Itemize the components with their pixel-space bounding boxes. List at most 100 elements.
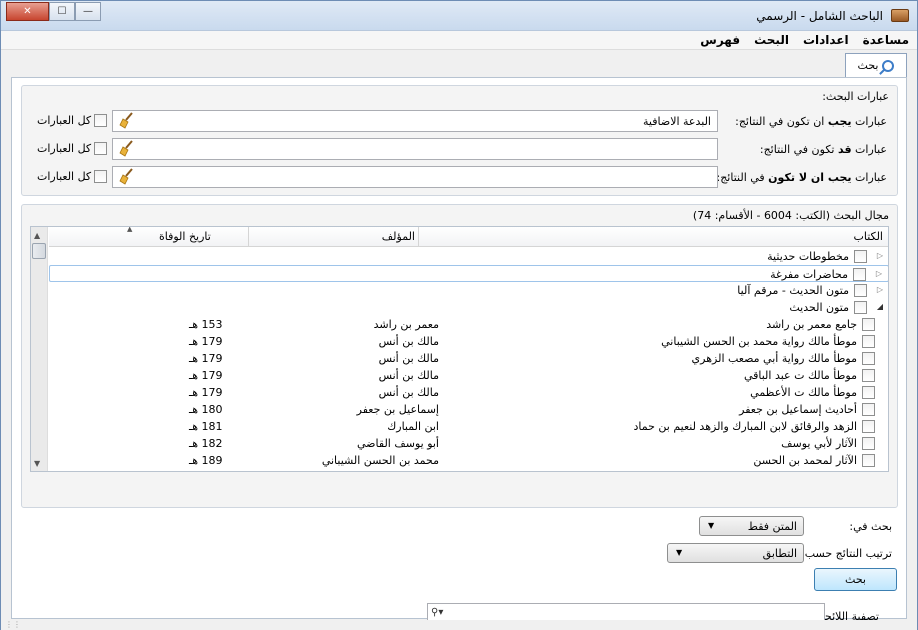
all-terms-checkbox[interactable] <box>94 114 107 127</box>
filter-search-icon[interactable]: ⚲▾ <box>431 607 443 618</box>
window-title: الباحث الشامل - الرسمي <box>756 9 883 23</box>
book-checkbox[interactable] <box>862 386 875 399</box>
book-author: محمد بن الحسن الشيباني <box>321 454 439 467</box>
scroll-thumb[interactable] <box>32 243 46 259</box>
category-checkbox[interactable] <box>854 250 867 263</box>
book-row[interactable]: موطأ مالك ت عبد الباقي مالك بن أنس 179 هـ <box>49 367 888 384</box>
book-checkbox[interactable] <box>862 437 875 450</box>
book-checkbox[interactable] <box>862 369 875 382</box>
book-author: مالك بن أنس <box>378 386 439 399</box>
search-terms-input[interactable]: البدعة الاضافية <box>112 110 718 132</box>
category-checkbox[interactable] <box>853 268 866 281</box>
book-death-date: 189 هـ <box>189 454 223 467</box>
search-terms-input[interactable] <box>112 138 718 160</box>
book-row[interactable]: الآثار لمحمد بن الحسن محمد بن الحسن الشيب… <box>49 452 888 469</box>
book-author: ابن المبارك <box>387 420 439 433</box>
book-row[interactable]: أحاديث إسماعيل بن جعفر إسماعيل بن جعفر 180… <box>49 401 888 418</box>
book-death-date: 153 هـ <box>189 318 223 331</box>
expanded-arrow-icon[interactable]: ◢ <box>877 302 883 311</box>
all-terms-label: كل العبارات <box>37 114 92 127</box>
book-tree-list[interactable]: ▲ ▼ الكتاب المؤلف تاريخ الوفاة ▲ ▷ مخطوطا… <box>30 226 889 472</box>
all-terms-label: كل العبارات <box>37 170 92 183</box>
book-checkbox[interactable] <box>862 318 875 331</box>
book-checkbox[interactable] <box>862 403 875 416</box>
category-checkbox[interactable] <box>854 301 867 314</box>
book-checkbox[interactable] <box>862 454 875 467</box>
close-button[interactable]: ✕ <box>6 2 49 21</box>
search-scope-group: مجال البحث (الكتب: 6004 - الأقسام: 74) ▲… <box>21 204 898 625</box>
expand-arrow-icon[interactable]: ▷ <box>877 251 883 260</box>
app-icon <box>891 9 909 22</box>
book-death-date: 180 هـ <box>189 403 223 416</box>
magnifier-icon <box>882 59 895 72</box>
menu-index[interactable]: فهرس <box>700 33 740 47</box>
expand-arrow-icon[interactable]: ▷ <box>877 285 883 294</box>
book-row[interactable]: الآثار لأبي يوسف أبو يوسف القاضي 182 هـ <box>49 435 888 452</box>
status-bar: ⋮⋮ <box>1 620 917 630</box>
book-row[interactable]: موطأ مالك رواية أبي مصعب الزهري مالك بن أ… <box>49 350 888 367</box>
category-row[interactable]: ▷ محاضرات مفرغة <box>49 265 888 282</box>
clear-broom-icon[interactable] <box>119 140 134 157</box>
book-row[interactable]: جامع معمر بن راشد معمر بن راشد 153 هـ <box>49 316 888 333</box>
search-terms-input[interactable] <box>112 166 718 188</box>
search-terms-value: البدعة الاضافية <box>643 115 711 128</box>
search-terms-row: عبارات قد تكون في النتائج: كل العبارات <box>22 138 897 160</box>
search-button[interactable]: بحث <box>814 568 897 591</box>
book-row[interactable]: الزهد والرقائق لابن المبارك والزهد لنعيم… <box>49 418 888 435</box>
clear-broom-icon[interactable] <box>119 168 134 185</box>
maximize-button[interactable]: ☐ <box>49 2 75 21</box>
menu-settings[interactable]: اعدادات <box>803 33 849 47</box>
book-name: الآثار لمحمد بن الحسن <box>753 454 857 467</box>
sort-select[interactable]: التطابق ▼ <box>667 543 804 563</box>
minimize-button[interactable]: — <box>75 2 101 21</box>
tab-search[interactable]: بحث <box>845 53 907 77</box>
book-checkbox[interactable] <box>862 352 875 365</box>
category-row[interactable]: ◢ متون الحديث <box>49 299 888 316</box>
tab-strip: بحث <box>1 51 917 77</box>
search-in-select[interactable]: المتن فقط ▼ <box>699 516 804 536</box>
menu-bar: فهرس البحث اعدادات مساعدة <box>1 31 917 50</box>
menu-help[interactable]: مساعدة <box>863 33 909 47</box>
search-terms-row: عبارات يجب ان لا تكون في النتائج: كل العب… <box>22 166 897 188</box>
scroll-down-arrow-icon[interactable]: ▼ <box>34 459 40 468</box>
book-author: معمر بن راشد <box>373 318 439 331</box>
sort-value: التطابق <box>762 547 797 560</box>
expand-arrow-icon[interactable]: ▷ <box>876 269 882 278</box>
resize-grip-icon[interactable]: ⋮⋮ <box>5 620 21 629</box>
book-name: أحاديث إسماعيل بن جعفر <box>739 403 857 416</box>
book-death-date: 179 هـ <box>189 335 223 348</box>
book-death-date: 179 هـ <box>189 352 223 365</box>
all-terms-checkbox[interactable] <box>94 170 107 183</box>
book-row[interactable]: موطأ مالك ت الأعظمي مالك بن أنس 179 هـ <box>49 384 888 401</box>
scroll-up-arrow-icon[interactable]: ▲ <box>34 231 40 240</box>
category-row[interactable]: ▷ متون الحديث - مرقم آليا <box>49 282 888 299</box>
vertical-scrollbar[interactable]: ▲ ▼ <box>31 227 48 471</box>
search-in-label: بحث في: <box>849 520 892 533</box>
clear-broom-icon[interactable] <box>119 112 134 129</box>
category-row[interactable]: ▷ مخطوطات حديثية <box>49 248 888 265</box>
all-terms-checkbox[interactable] <box>94 142 107 155</box>
book-name: الزهد والرقائق لابن المبارك والزهد لنعيم… <box>633 420 857 433</box>
column-book[interactable]: الكتاب <box>853 230 883 243</box>
category-checkbox[interactable] <box>854 284 867 297</box>
book-author: إسماعيل بن جعفر <box>356 403 439 416</box>
category-name: متون الحديث <box>789 301 849 314</box>
category-name: متون الحديث - مرقم آليا <box>737 284 849 297</box>
search-terms-row-label: عبارات يجب ان لا تكون في النتائج: <box>716 171 887 184</box>
search-panel: عبارات البحث: عبارات يجب ان تكون في النت… <box>11 77 907 625</box>
book-row[interactable]: موطأ مالك رواية محمد بن الحسن الشيباني ما… <box>49 333 888 350</box>
category-name: محاضرات مفرغة <box>770 268 848 281</box>
sort-ascending-icon: ▲ <box>127 226 133 233</box>
main-window: الباحث الشامل - الرسمي ✕ ☐ — فهرس البحث … <box>0 0 918 630</box>
book-author: مالك بن أنس <box>378 335 439 348</box>
book-death-date: 179 هـ <box>189 369 223 382</box>
all-terms-label: كل العبارات <box>37 142 92 155</box>
column-death-date[interactable]: تاريخ الوفاة <box>159 230 211 243</box>
book-checkbox[interactable] <box>862 335 875 348</box>
menu-search[interactable]: البحث <box>754 33 789 47</box>
book-name: جامع معمر بن راشد <box>766 318 857 331</box>
book-checkbox[interactable] <box>862 420 875 433</box>
column-author[interactable]: المؤلف <box>382 230 415 243</box>
title-bar: الباحث الشامل - الرسمي ✕ ☐ — <box>1 1 917 31</box>
search-terms-title: عبارات البحث: <box>822 90 889 103</box>
